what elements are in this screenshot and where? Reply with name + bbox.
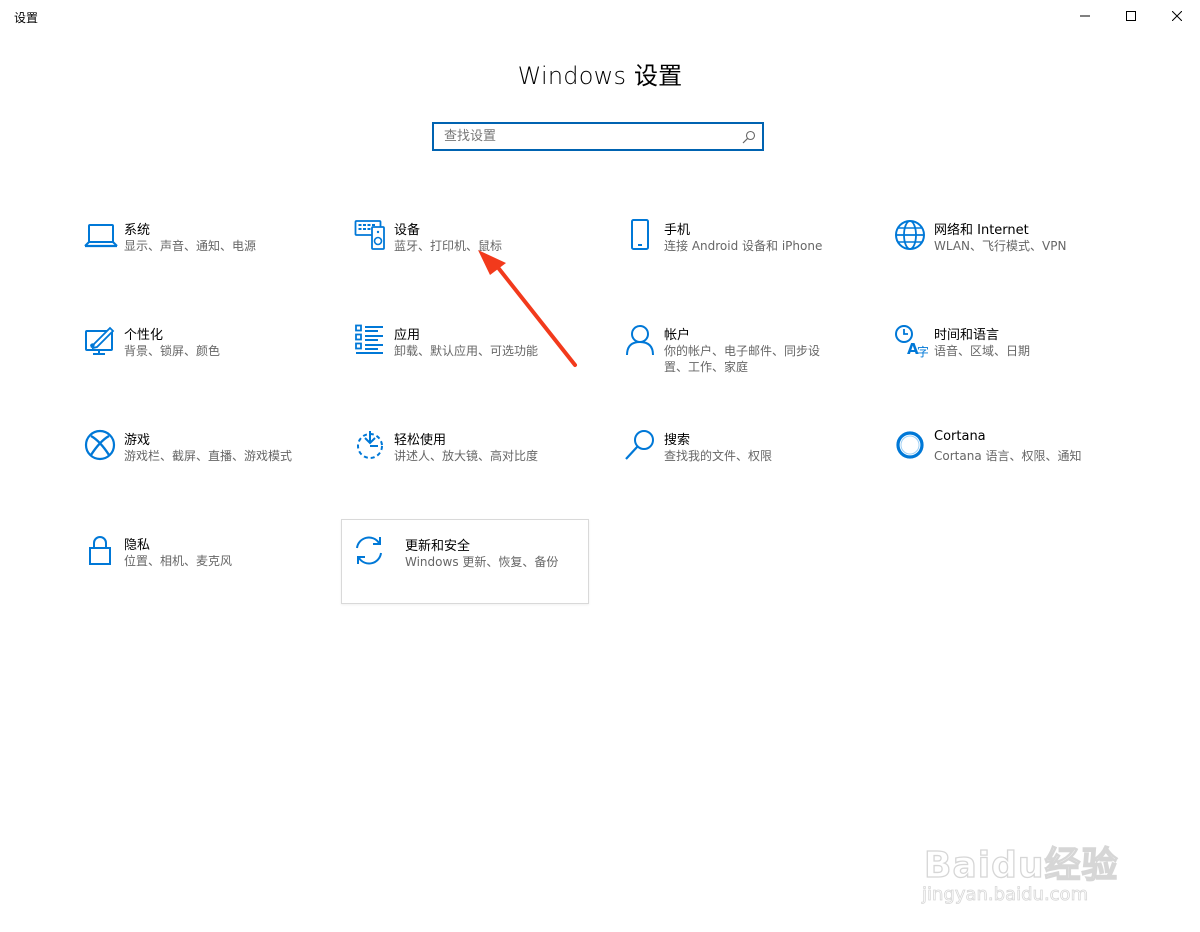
- tile-desc: 语音、区域、日期: [934, 344, 1031, 358]
- minimize-icon: [1080, 15, 1090, 17]
- watermark-url: jingyan.baidu.com: [922, 884, 1089, 906]
- tile-desc: 讲述人、放大镜、高对比度: [394, 449, 539, 463]
- tile-title: 轻松使用: [394, 433, 447, 448]
- settings-window: 设置 Windows 设置 系统 显示、声音、通知、电源: [0, 0, 1200, 932]
- tile-desc: 你的帐户、电子邮件、同步设置、工作、家庭: [664, 344, 821, 374]
- search-input[interactable]: [444, 124, 734, 149]
- close-icon: [1172, 11, 1182, 21]
- tile-title: 个性化: [124, 328, 164, 343]
- laptop-icon: [84, 219, 118, 253]
- tile-devices[interactable]: 设备 蓝牙、打印机、鼠标: [342, 219, 590, 303]
- tile-desc: 蓝牙、打印机、鼠标: [394, 239, 503, 253]
- tile-title: Cortana: [934, 429, 986, 444]
- xbox-icon: [84, 429, 118, 463]
- watermark-brand: Baidu经验: [923, 844, 1119, 886]
- page-title: Windows 设置: [517, 62, 683, 90]
- tile-desc: 背景、锁屏、颜色: [124, 344, 221, 358]
- tile-title: 应用: [394, 328, 421, 343]
- tile-apps[interactable]: 应用 卸载、默认应用、可选功能: [342, 324, 590, 408]
- tile-desc: 游戏栏、截屏、直播、游戏模式: [124, 449, 293, 463]
- phone-icon: [624, 219, 658, 253]
- svg-text:字: 字: [917, 344, 928, 358]
- time-language-icon: A字: [894, 324, 928, 358]
- globe-icon: [894, 219, 928, 253]
- cortana-icon: [894, 429, 928, 463]
- tile-title: 更新和安全: [405, 539, 471, 554]
- lock-icon: [84, 534, 118, 568]
- tile-title: 游戏: [124, 433, 151, 448]
- ease-of-access-icon: [354, 429, 388, 463]
- tile-privacy[interactable]: 隐私 位置、相机、麦克风: [72, 534, 320, 618]
- tile-accounts[interactable]: 帐户 你的帐户、电子邮件、同步设置、工作、家庭: [612, 324, 860, 408]
- person-icon: [624, 324, 658, 358]
- title-bar: 设置: [0, 0, 1200, 32]
- baidu-watermark: Baidu经验 jingyan.baidu.com: [920, 800, 1140, 910]
- tile-desc: 查找我的文件、权限: [664, 449, 773, 463]
- app-title: 设置: [14, 11, 39, 25]
- maximize-button[interactable]: [1108, 0, 1154, 32]
- tile-phone[interactable]: 手机 连接 Android 设备和 iPhone: [612, 219, 860, 303]
- devices-icon: [354, 219, 388, 253]
- search-box[interactable]: [432, 122, 764, 151]
- magnifier-icon: [624, 429, 658, 463]
- tile-desc: WLAN、飞行模式、VPN: [934, 239, 1067, 253]
- tile-desc: Windows 更新、恢复、备份: [405, 555, 559, 569]
- tile-title: 搜索: [664, 433, 691, 448]
- apps-list-icon: [354, 324, 388, 358]
- tile-desc: 卸载、默认应用、可选功能: [394, 344, 539, 358]
- tile-personalization[interactable]: 个性化 背景、锁屏、颜色: [72, 324, 320, 408]
- tile-desc: Cortana 语言、权限、通知: [934, 449, 1082, 463]
- tile-title: 系统: [124, 223, 151, 238]
- tile-update-security[interactable]: 更新和安全 Windows 更新、恢复、备份: [341, 519, 589, 604]
- tile-search[interactable]: 搜索 查找我的文件、权限: [612, 429, 860, 513]
- tile-gaming[interactable]: 游戏 游戏栏、截屏、直播、游戏模式: [72, 429, 320, 513]
- tile-title: 时间和语言: [934, 328, 1000, 343]
- tile-cortana[interactable]: Cortana Cortana 语言、权限、通知: [882, 429, 1130, 513]
- tile-title: 网络和 Internet: [934, 223, 1029, 238]
- tile-title: 帐户: [664, 328, 691, 343]
- tile-desc: 连接 Android 设备和 iPhone: [664, 239, 823, 253]
- tile-system[interactable]: 系统 显示、声音、通知、电源: [72, 219, 320, 303]
- personalization-icon: [84, 324, 118, 358]
- tile-title: 隐私: [124, 538, 151, 553]
- search-icon[interactable]: [742, 130, 756, 144]
- tile-time-language[interactable]: A字 时间和语言 语音、区域、日期: [882, 324, 1130, 408]
- sync-icon: [353, 534, 387, 568]
- tile-title: 手机: [664, 223, 691, 238]
- tile-network[interactable]: 网络和 Internet WLAN、飞行模式、VPN: [882, 219, 1130, 303]
- tile-desc: 显示、声音、通知、电源: [124, 239, 257, 253]
- close-button[interactable]: [1154, 0, 1200, 32]
- tile-title: 设备: [394, 223, 421, 238]
- maximize-icon: [1126, 11, 1136, 21]
- tile-desc: 位置、相机、麦克风: [124, 554, 233, 568]
- tile-ease-of-access[interactable]: 轻松使用 讲述人、放大镜、高对比度: [342, 429, 590, 513]
- minimize-button[interactable]: [1062, 0, 1108, 32]
